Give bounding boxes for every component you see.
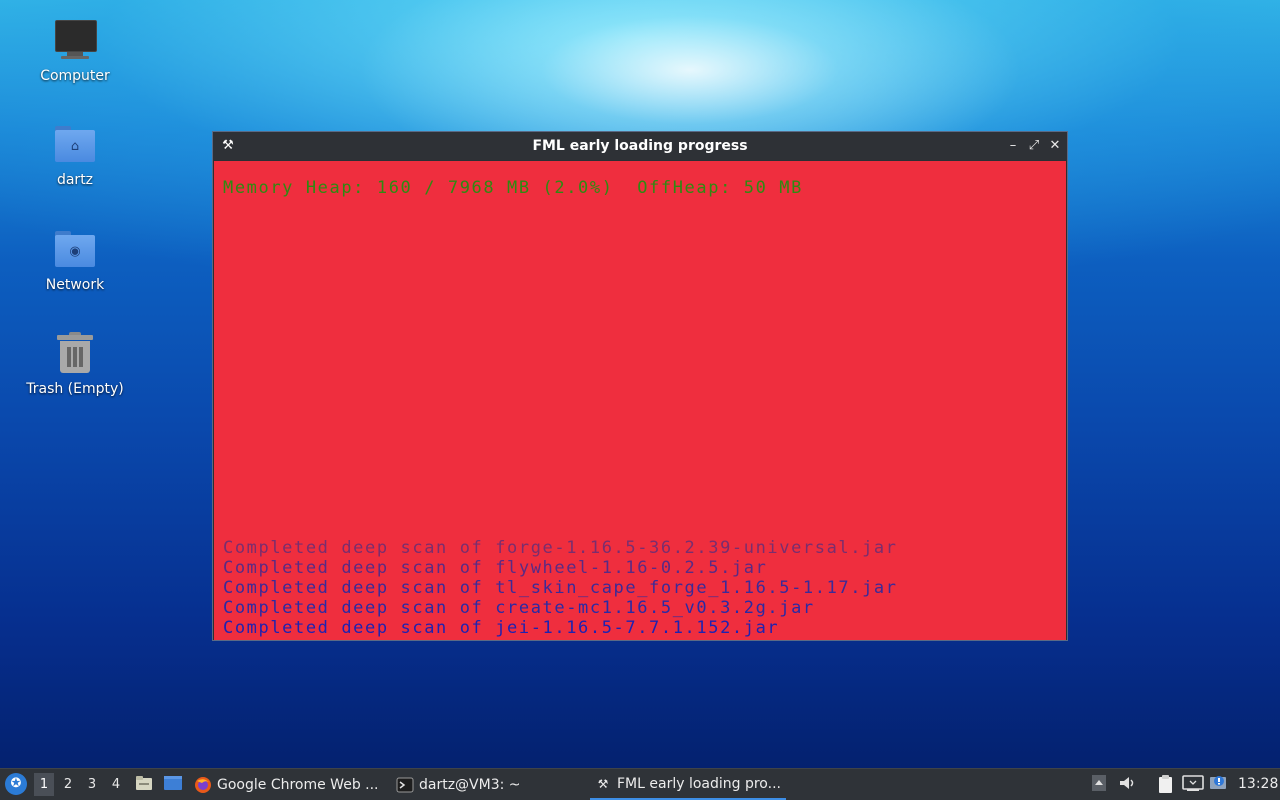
home-folder-icon: ⌂ [53,122,97,166]
update-notifier-icon[interactable] [1208,774,1230,794]
task-label: FML early loading pro... [617,775,781,792]
network-folder-icon: ◉ [53,227,97,271]
scan-log-line: Completed deep scan of forge-1.16.5-36.2… [223,538,898,558]
scan-log-line: Completed deep scan of flywheel-1.16-0.2… [223,558,768,578]
scan-log-line: Completed deep scan of create-mc1.16.5_v… [223,598,815,618]
memory-status: Memory Heap: 160 / 7968 MB (2.0%) OffHea… [223,178,803,198]
task-label: dartz@VM3: ~ [419,776,521,793]
window-title: FML early loading progress [532,138,748,154]
fml-loading-window: ⚒ FML early loading progress – ⤢ ✕ Memor… [212,131,1068,641]
clipboard-icon[interactable] [1155,774,1177,794]
task-chrome[interactable]: Google Chrome Web ... [194,769,384,800]
scan-log-line: Completed deep scan of jei-1.16.5-7.7.1.… [223,618,780,638]
desktop-icon-home[interactable]: ⌂ dartz [20,122,130,188]
workspace-3[interactable]: 3 [82,773,102,796]
tray-expand-icon[interactable] [1090,774,1108,794]
taskbar: ✪ 1 2 3 4 Google Chrome Web ... dartz@VM… [0,768,1280,800]
task-terminal[interactable]: dartz@VM3: ~ [396,769,576,800]
workspace-2[interactable]: 2 [58,773,78,796]
scan-log-line: Completed deep scan of tl_skin_cape_forg… [223,578,898,598]
computer-icon [53,18,97,62]
scan-log: Completed deep scan of forge-1.16.5-36.2… [223,538,898,638]
desktop-icon-trash[interactable]: Trash (Empty) [20,331,130,397]
terminal-icon [396,776,414,794]
workspace-1[interactable]: 1 [34,773,54,796]
trash-icon [53,331,97,375]
desktop-icon-label: Computer [40,68,110,84]
desktop-icon-label: dartz [56,172,94,188]
start-menu-button[interactable]: ✪ [5,773,27,795]
network-status-icon[interactable] [1181,774,1205,794]
task-label: Google Chrome Web ... [217,776,379,793]
minimize-button[interactable]: – [1004,136,1022,156]
window-titlebar[interactable]: ⚒ FML early loading progress – ⤢ ✕ [213,132,1067,160]
loading-screen: Memory Heap: 160 / 7968 MB (2.0%) OffHea… [214,161,1066,640]
clock[interactable]: 13:28 [1238,769,1278,800]
desktop-icon-network[interactable]: ◉ Network [20,227,130,293]
desktop-icon-computer[interactable]: Computer [20,18,130,84]
maximize-button[interactable]: ⤢ [1025,136,1043,156]
forge-anvil-icon: ⚒ [597,776,609,791]
show-desktop-icon[interactable] [162,774,184,794]
volume-icon[interactable] [1117,774,1139,794]
firefox-icon [194,776,212,794]
close-button[interactable]: ✕ [1046,136,1064,156]
task-fml-loading[interactable]: ⚒ FML early loading pro... [590,769,786,800]
workspace-4[interactable]: 4 [106,773,126,796]
file-manager-launcher-icon[interactable] [134,774,154,794]
desktop-icon-label: Network [45,277,105,293]
desktop-background: Computer ⌂ dartz ◉ Network Trash (Empty)… [0,0,1280,768]
desktop-icon-label: Trash (Empty) [26,381,124,397]
